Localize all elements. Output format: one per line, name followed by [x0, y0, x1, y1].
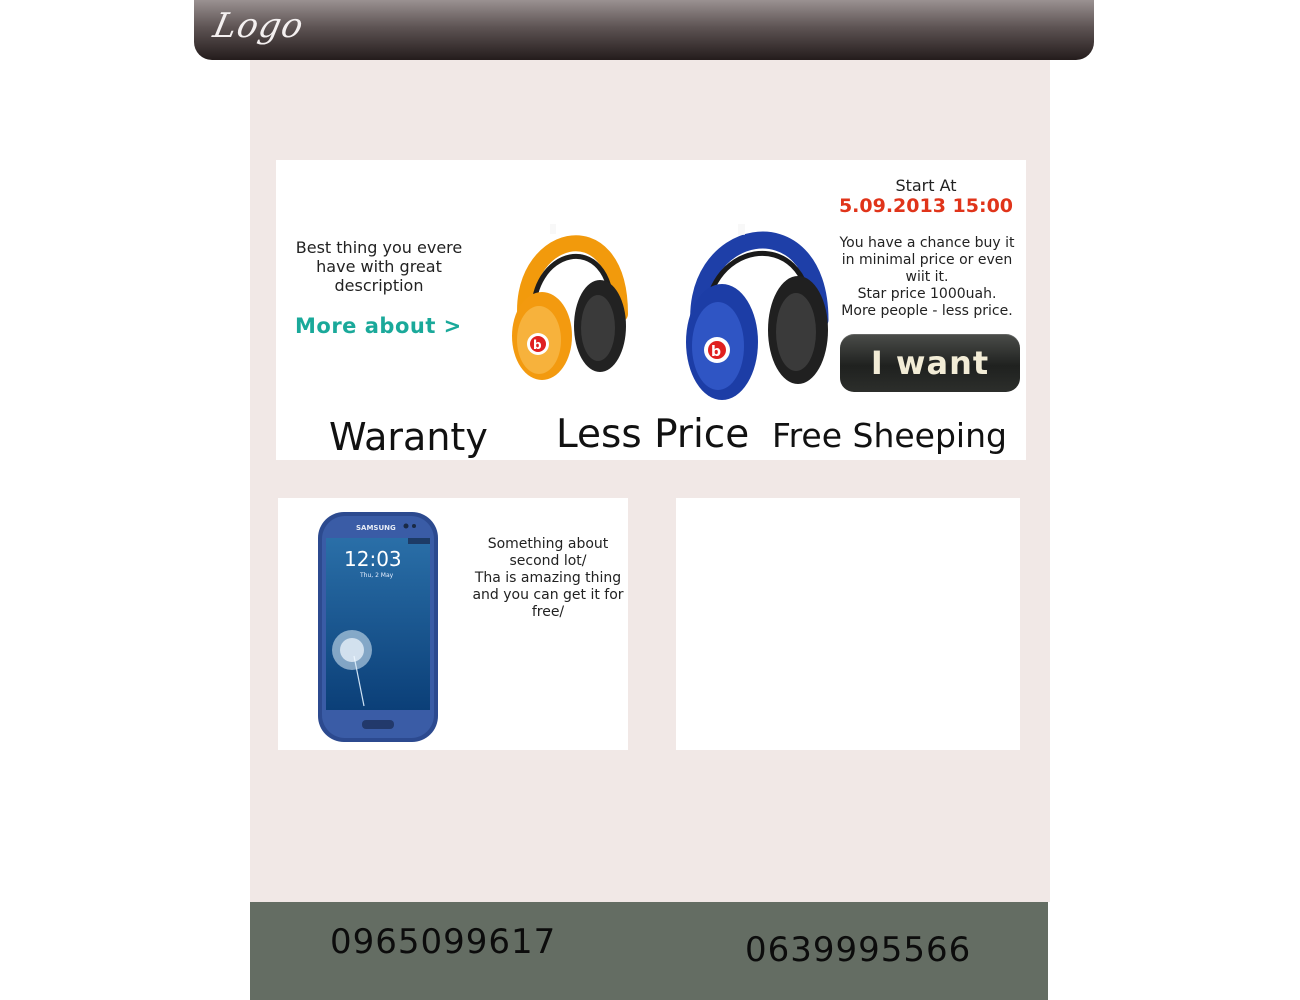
orange-headphones-image: b [512, 224, 628, 380]
feature-free-shipping: Free Sheeping [772, 416, 1007, 455]
promo-line: You have a chance buy it in minimal pric… [839, 235, 1015, 285]
blue-headphones-image: b [686, 224, 829, 400]
banner-description: Best thing you evere have with great des… [295, 238, 463, 295]
svg-text:b: b [711, 344, 721, 360]
phone-number-2[interactable]: 0639995566 [745, 930, 971, 970]
auction-start-label: Start At [895, 176, 957, 195]
promo-line: More people - less price. [841, 303, 1013, 319]
lot-1-line: Tha is amazing thing and you can get it … [472, 570, 624, 620]
logo[interactable]: Logo [210, 6, 308, 46]
promo-line: Star price 1000uah. [857, 286, 997, 302]
svg-text:Thu, 2 May: Thu, 2 May [359, 572, 394, 579]
auction-start-date: 5.09.2013 15:00 [838, 195, 1014, 217]
feature-waranty: Waranty [329, 415, 488, 459]
promo-banner: Best thing you evere have with great des… [276, 160, 1026, 460]
lot-1-line: Something about second lot/ [487, 536, 609, 569]
lot-1-description: Something about second lot/ Tha is amazi… [470, 536, 626, 621]
svg-text:12:03: 12:03 [344, 547, 402, 571]
i-want-button[interactable]: I want [840, 334, 1020, 392]
lot-card-2[interactable] [676, 498, 1020, 750]
svg-text:SAMSUNG: SAMSUNG [356, 524, 396, 532]
lot-card-1[interactable]: 12:03 Thu, 2 May SAMSUNG Something about… [278, 498, 628, 750]
footer: 0965099617 0639995566 [250, 902, 1048, 1000]
promo-text: You have a chance buy it in minimal pric… [834, 235, 1020, 320]
header-bar: Logo [194, 0, 1094, 60]
more-about-link[interactable]: More about > [295, 314, 462, 338]
svg-text:b: b [533, 338, 542, 352]
feature-less-price: Less Price [556, 412, 750, 457]
phone-number-1[interactable]: 0965099617 [330, 922, 556, 962]
smartphone-image: 12:03 Thu, 2 May SAMSUNG [318, 512, 438, 742]
